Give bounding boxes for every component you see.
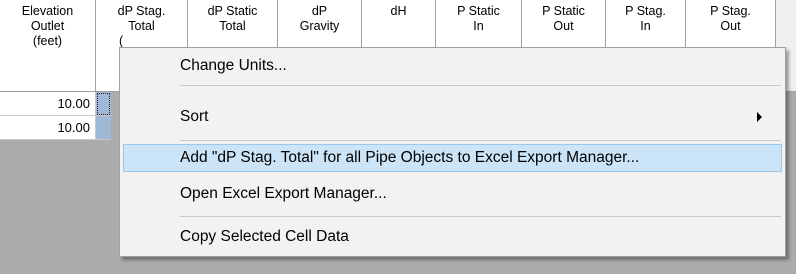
table-row: 10.00 <box>0 116 111 140</box>
header-line: (feet) <box>32 34 63 48</box>
header-line: P Stag. <box>710 4 751 18</box>
header-line: Total <box>219 19 246 33</box>
header-line: dP <box>311 4 328 18</box>
header-line: Out <box>553 19 574 33</box>
header-line: Outlet <box>30 19 65 33</box>
header-line: Out <box>720 19 741 33</box>
header-line: P Stag. <box>625 4 666 18</box>
submenu-arrow-icon <box>757 112 762 122</box>
header-line: dP Static <box>207 4 258 18</box>
column-header-elevation-outlet[interactable]: Elevation Outlet (feet) <box>0 0 96 92</box>
menu-item-label: Change Units... <box>180 57 287 74</box>
header-line: P Static <box>457 4 500 18</box>
menu-item-add-to-excel-export-manager[interactable]: Add "dP Stag. Total" for all Pipe Object… <box>123 144 782 172</box>
menu-item-label: Sort <box>180 108 209 125</box>
menu-item-open-excel-export-manager[interactable]: Open Excel Export Manager... <box>123 180 782 208</box>
table-row: 10.00 <box>0 92 111 116</box>
menu-item-sort[interactable]: Sort <box>123 103 782 131</box>
menu-item-label: Add "dP Stag. Total" for all Pipe Object… <box>180 149 640 166</box>
header-line: dH <box>390 4 407 18</box>
cell-dp-stag-total-selected[interactable] <box>96 116 111 140</box>
context-menu: Change Units... Sort Add "dP Stag. Total… <box>119 47 786 257</box>
header-line: In <box>640 19 651 33</box>
menu-separator <box>180 85 781 86</box>
header-line: Total <box>128 19 155 33</box>
cell-elevation-outlet[interactable]: 10.00 <box>0 116 96 140</box>
cell-dp-stag-total-selected[interactable] <box>96 92 111 116</box>
menu-item-label: Copy Selected Cell Data <box>180 228 349 245</box>
header-line: dP Stag. <box>117 4 166 18</box>
menu-item-change-units[interactable]: Change Units... <box>123 52 782 80</box>
cell-elevation-outlet[interactable]: 10.00 <box>0 92 96 116</box>
header-line: Elevation <box>21 4 74 18</box>
menu-separator <box>180 140 781 141</box>
header-line: Gravity <box>299 19 340 33</box>
header-line: P Static <box>542 4 585 18</box>
menu-item-copy-selected-cell-data[interactable]: Copy Selected Cell Data <box>123 223 782 251</box>
menu-separator <box>180 216 781 217</box>
header-line: In <box>473 19 484 33</box>
menu-item-label: Open Excel Export Manager... <box>180 185 387 202</box>
